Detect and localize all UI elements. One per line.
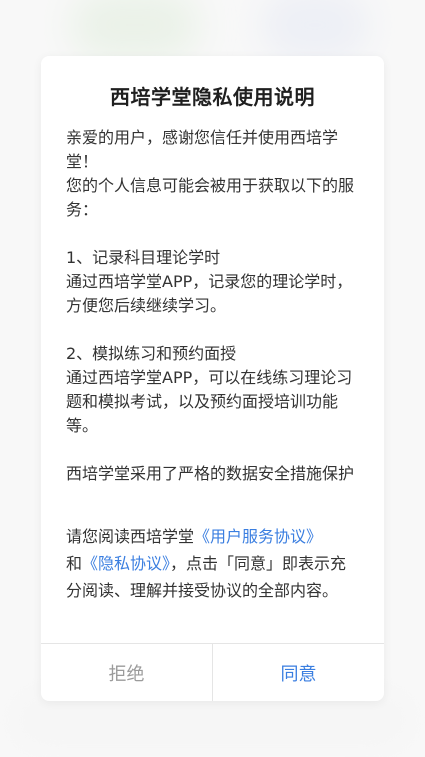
security-paragraph: 西培学堂采用了严格的数据安全措施保护您的个人信息安全。: [66, 462, 362, 488]
notice-prefix: 请您阅读西培学堂: [66, 527, 195, 546]
reject-button[interactable]: 拒绝: [41, 644, 213, 701]
agreement-notice: 请您阅读西培学堂《用户服务协议》 和《隐私协议》，点击「同意」即表示充分阅读、理解…: [66, 523, 362, 604]
section-practice-booking: 2、模拟练习和预约面授 通过西培学堂APP，可以在线练习理论习题和模拟考试，以及…: [66, 342, 362, 438]
section-body: 通过西培学堂APP，记录您的理论学时，方便您后续继续学习。: [66, 272, 353, 315]
section-heading: 2、模拟练习和预约面授: [66, 344, 237, 363]
privacy-dialog: 西培学堂隐私使用说明 亲爱的用户，感谢您信任并使用西培学堂！ 您的个人信息可能会…: [41, 56, 384, 701]
privacy-agreement-link[interactable]: 《隐私协议》: [82, 554, 170, 573]
app-screen: 西培学堂隐私使用说明 亲爱的用户，感谢您信任并使用西培学堂！ 您的个人信息可能会…: [0, 0, 425, 757]
intro-line-1: 亲爱的用户，感谢您信任并使用西培学堂！: [66, 128, 339, 171]
notice-and: 和: [66, 554, 83, 573]
section-heading: 1、记录科目理论学时: [66, 248, 221, 267]
intro-paragraph: 亲爱的用户，感谢您信任并使用西培学堂！ 您的个人信息可能会被用于获取以下的服务：: [66, 126, 362, 222]
security-text: 西培学堂采用了严格的数据安全措施保护您的个人信息安全。: [66, 464, 355, 483]
user-service-agreement-link[interactable]: 《用户服务协议》: [194, 527, 322, 546]
agree-button[interactable]: 同意: [213, 644, 384, 701]
section-body: 通过西培学堂APP，可以在线练习理论习题和模拟考试，以及预约面授培训功能等。: [66, 368, 353, 435]
section-study-hours: 1、记录科目理论学时 通过西培学堂APP，记录您的理论学时，方便您后续继续学习。: [66, 246, 362, 318]
dialog-title: 西培学堂隐私使用说明: [110, 85, 315, 109]
privacy-content-scroll[interactable]: 亲爱的用户，感谢您信任并使用西培学堂！ 您的个人信息可能会被用于获取以下的服务：…: [66, 126, 362, 488]
intro-line-2: 您的个人信息可能会被用于获取以下的服务：: [66, 176, 355, 219]
dialog-footer: 拒绝 同意: [41, 643, 384, 701]
